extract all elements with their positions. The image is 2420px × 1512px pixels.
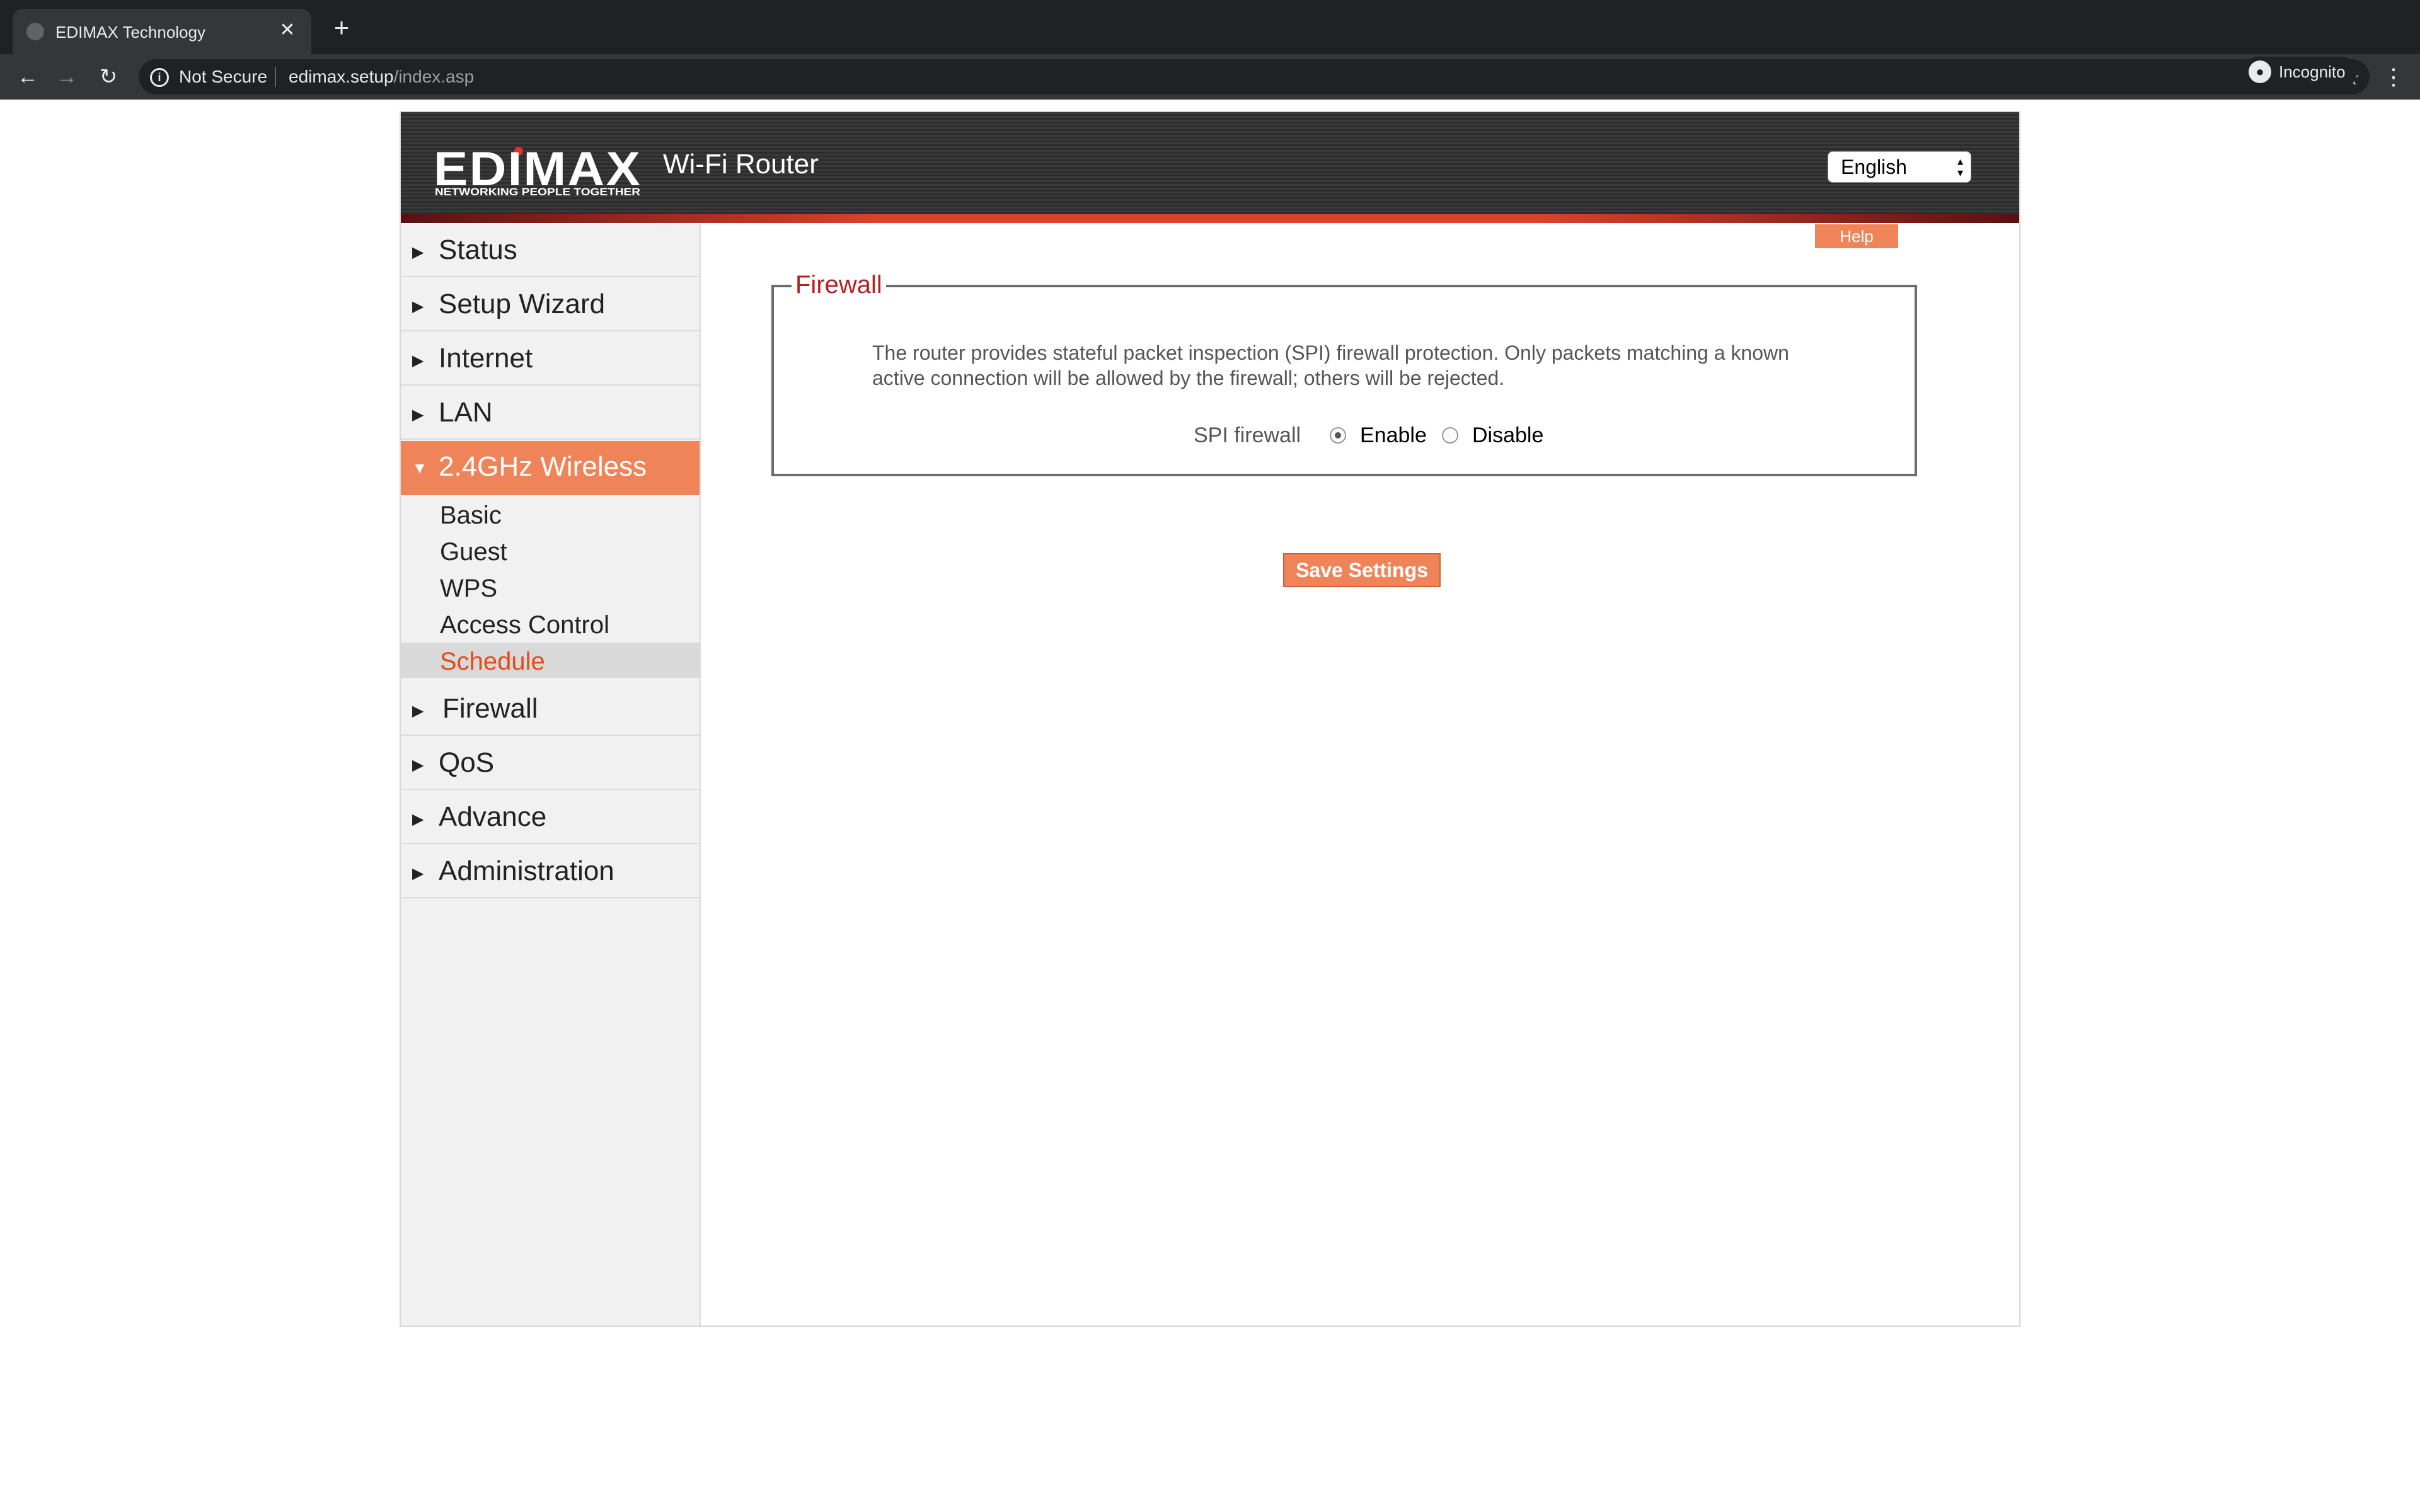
sidebar-item-lan[interactable]: ▶ LAN <box>401 387 700 440</box>
triangle-down-icon: ▼ <box>412 460 427 477</box>
sidebar-item-status[interactable]: ▶ Status <box>401 224 700 277</box>
sidebar-subitem-label: Guest <box>440 538 507 566</box>
sidebar-subitem-label: WPS <box>440 575 498 602</box>
triangle-right-icon: ▶ <box>412 352 424 369</box>
incognito-icon: ● <box>2249 60 2271 83</box>
back-arrow-icon[interactable]: ← <box>14 63 42 91</box>
triangle-right-icon: ▶ <box>412 244 424 261</box>
sidebar-item-administration[interactable]: ▶ Administration <box>401 845 700 898</box>
url-divider <box>275 67 276 87</box>
router-header <box>401 112 2019 217</box>
sidebar-item-label: Firewall <box>442 693 538 724</box>
sidebar-subitem-label: Schedule <box>440 648 545 675</box>
incognito-badge[interactable]: ● Incognito <box>2244 57 2357 87</box>
spi-firewall-label: SPI firewall <box>1194 423 1301 447</box>
spi-disable-radio[interactable] <box>1442 427 1458 444</box>
triangle-right-icon: ▶ <box>412 757 424 774</box>
tab-title: EDIMAX Technology <box>55 23 205 42</box>
sidebar-item-setup-wizard[interactable]: ▶ Setup Wizard <box>401 278 700 331</box>
sidebar: ▶ Status ▶ Setup Wizard ▶ Internet ▶ LAN… <box>401 224 701 1326</box>
sidebar-item-label: 2.4GHz Wireless <box>439 451 647 482</box>
incognito-label: Incognito <box>2279 62 2346 81</box>
security-label[interactable]: Not Secure <box>179 67 267 87</box>
sidebar-subitem-access-control[interactable]: Access Control <box>401 606 700 641</box>
url-host: edimax.setup <box>289 67 394 86</box>
triangle-right-icon: ▶ <box>412 865 424 882</box>
reload-icon[interactable]: ↻ <box>95 63 122 91</box>
sidebar-item-label: QoS <box>439 747 495 778</box>
sidebar-item-label: Administration <box>439 856 614 886</box>
sidebar-item-qos[interactable]: ▶ QoS <box>401 737 700 790</box>
browser-toolbar: ← → ↻ i Not Secure edimax.setup/index.as… <box>0 54 2420 100</box>
new-tab-button[interactable]: + <box>328 14 355 43</box>
product-title: Wi-Fi Router <box>663 149 819 180</box>
triangle-right-icon: ▶ <box>412 298 424 315</box>
kebab-menu-icon[interactable]: ⋮ <box>2382 63 2405 91</box>
header-accent-bar <box>401 214 2019 223</box>
logo-tagline: NETWORKING PEOPLE TOGETHER <box>435 186 640 197</box>
sidebar-item-label: Advance <box>439 801 547 832</box>
triangle-right-icon: ▶ <box>412 811 424 828</box>
section-title: Firewall <box>792 271 886 299</box>
sidebar-subitem-basic[interactable]: Basic <box>401 496 700 532</box>
globe-icon <box>26 23 44 40</box>
spi-disable-label[interactable]: Disable <box>1472 423 1543 448</box>
sidebar-subitem-schedule[interactable]: Schedule <box>401 643 700 678</box>
language-select[interactable]: English ▴ ▾ <box>1828 151 1971 183</box>
firewall-description: The router provides stateful packet insp… <box>872 341 1789 389</box>
sidebar-subitem-label: Access Control <box>440 611 609 639</box>
sidebar-item-label: Internet <box>439 343 533 374</box>
save-settings-button[interactable]: Save Settings <box>1283 553 1441 587</box>
triangle-right-icon: ▶ <box>412 702 424 719</box>
sidebar-item-firewall[interactable]: ▶ Firewall <box>401 683 700 736</box>
edimax-logo: EDIMAX NETWORKING PEOPLE TOGETHER <box>434 146 640 197</box>
close-icon[interactable]: ✕ <box>275 18 300 43</box>
sidebar-item-label: LAN <box>439 397 493 428</box>
sidebar-item-24ghz-wireless[interactable]: ▼ 2.4GHz Wireless <box>401 441 700 495</box>
browser-tabstrip: EDIMAX Technology ✕ + <box>0 0 2420 54</box>
language-value: English <box>1841 156 1907 178</box>
select-arrows-icon: ▴ ▾ <box>1957 155 1963 179</box>
triangle-right-icon: ▶ <box>412 406 424 423</box>
sidebar-item-advance[interactable]: ▶ Advance <box>401 791 700 844</box>
forward-arrow-icon[interactable]: → <box>53 63 81 91</box>
sidebar-item-label: Setup Wizard <box>439 289 606 319</box>
sidebar-subitem-label: Basic <box>440 501 502 529</box>
info-icon[interactable]: i <box>150 68 169 87</box>
help-button[interactable]: Help <box>1815 224 1898 248</box>
url-text[interactable]: edimax.setup/index.asp <box>289 67 474 87</box>
sidebar-subitem-wps[interactable]: WPS <box>401 570 700 605</box>
sidebar-item-internet[interactable]: ▶ Internet <box>401 333 700 386</box>
browser-tab[interactable]: EDIMAX Technology ✕ <box>13 9 311 54</box>
sidebar-item-label: Status <box>439 234 517 265</box>
address-bar[interactable]: i Not Secure edimax.setup/index.asp ⚲ ☆ <box>139 59 2370 94</box>
spi-enable-label[interactable]: Enable <box>1360 423 1427 448</box>
sidebar-subitem-guest[interactable]: Guest <box>401 533 700 568</box>
spi-enable-radio[interactable] <box>1330 427 1346 444</box>
url-path: /index.asp <box>393 67 475 86</box>
